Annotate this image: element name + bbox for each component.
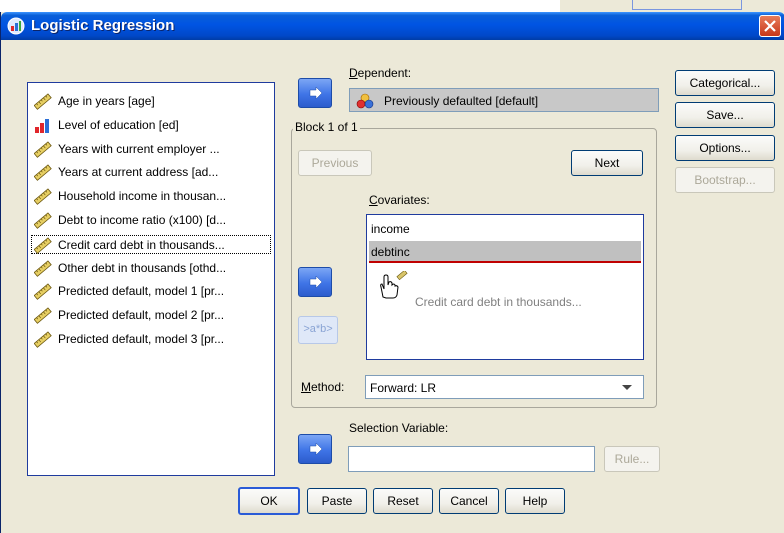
previous-button[interactable]: Previous xyxy=(298,150,372,176)
covariate-item[interactable]: income xyxy=(369,219,410,239)
ok-button[interactable]: OK xyxy=(238,487,300,515)
variable-list[interactable]: Age in years [age] Level of education [ed… xyxy=(27,82,275,476)
variable-label: Years with current employer ... xyxy=(58,141,220,156)
selection-move-button[interactable] xyxy=(298,434,332,464)
drag-hint-text: Credit card debt in thousands... xyxy=(415,295,582,309)
method-label: Method: xyxy=(301,380,345,394)
variable-label: Years at current address [ad... xyxy=(58,165,219,180)
cancel-button[interactable]: Cancel xyxy=(439,488,499,514)
variable-label: Other debt in thousands [othd... xyxy=(58,260,227,275)
right-arrow-icon xyxy=(309,442,323,456)
chevron-down-icon[interactable] xyxy=(621,384,633,392)
rule-button[interactable]: Rule... xyxy=(604,446,660,472)
covariates-move-button[interactable] xyxy=(298,267,332,297)
scale-ruler-icon xyxy=(33,93,52,110)
scale-ruler-icon xyxy=(33,237,52,254)
close-icon xyxy=(764,20,776,32)
method-select[interactable]: Forward: LR xyxy=(365,375,644,399)
variable-label: Predicted default, model 3 [pr... xyxy=(58,332,225,346)
selection-variable-field[interactable] xyxy=(348,446,595,472)
background-cell xyxy=(632,0,742,10)
options-button[interactable]: Options... xyxy=(675,135,775,161)
dependent-field[interactable]: Previously defaulted [default] xyxy=(349,88,659,112)
save-button[interactable]: Save... xyxy=(675,102,775,128)
scale-ruler-icon xyxy=(33,259,52,277)
scale-ruler-icon xyxy=(33,212,52,229)
scale-ruler-icon xyxy=(33,188,52,206)
dependent-value: Previously defaulted [default] xyxy=(384,94,539,108)
paste-button[interactable]: Paste xyxy=(307,488,367,514)
scale-ruler-icon xyxy=(33,283,52,301)
scale-ruler-icon xyxy=(33,164,52,182)
scale-ruler-icon xyxy=(33,331,52,348)
logistic-regression-dialog: Logistic Regression Age in years [age] Le… xyxy=(0,12,784,533)
variable-item-selected[interactable]: Credit card debt in thousands... xyxy=(31,234,271,254)
ordinal-bars-icon xyxy=(34,117,52,134)
reset-button[interactable]: Reset xyxy=(373,488,433,514)
title-bar[interactable]: Logistic Regression xyxy=(1,12,784,40)
covariates-list[interactable]: income debtinc Credit card debt in thous… xyxy=(366,214,644,360)
variable-label: Household income in thousan... xyxy=(58,189,227,204)
covariates-label: Covariates: xyxy=(369,193,430,207)
dependent-label: Dependent: xyxy=(349,66,412,80)
variable-label: Credit card debt in thousands... xyxy=(58,237,225,252)
close-button[interactable] xyxy=(759,15,781,37)
window-title: Logistic Regression xyxy=(31,17,175,34)
scale-ruler-icon xyxy=(33,140,52,158)
categorical-button[interactable]: Categorical... xyxy=(675,70,775,96)
interaction-button[interactable]: >a*b> xyxy=(298,316,338,344)
scale-ruler-icon xyxy=(33,307,52,325)
selection-variable-label: Selection Variable: xyxy=(349,421,449,435)
right-arrow-icon xyxy=(309,86,323,100)
spss-app-icon xyxy=(7,17,25,35)
variable-label: Debt to income ratio (x100) [d... xyxy=(58,213,227,227)
variable-label: Age in years [age] xyxy=(58,94,155,108)
covariate-item-selected[interactable]: debtinc xyxy=(369,241,641,263)
help-button[interactable]: Help xyxy=(505,488,565,514)
right-arrow-icon xyxy=(309,275,323,289)
drag-hand-icon xyxy=(380,271,408,299)
variable-label: Predicted default, model 2 [pr... xyxy=(58,308,225,323)
variable-label: Predicted default, model 1 [pr... xyxy=(58,284,225,299)
next-button[interactable]: Next xyxy=(571,150,643,176)
variable-label: Level of education [ed] xyxy=(58,117,179,132)
block-title: Block 1 of 1 xyxy=(293,120,360,134)
bootstrap-button[interactable]: Bootstrap... xyxy=(675,167,775,193)
dependent-move-button[interactable] xyxy=(298,78,332,108)
nominal-variable-icon xyxy=(356,93,374,109)
